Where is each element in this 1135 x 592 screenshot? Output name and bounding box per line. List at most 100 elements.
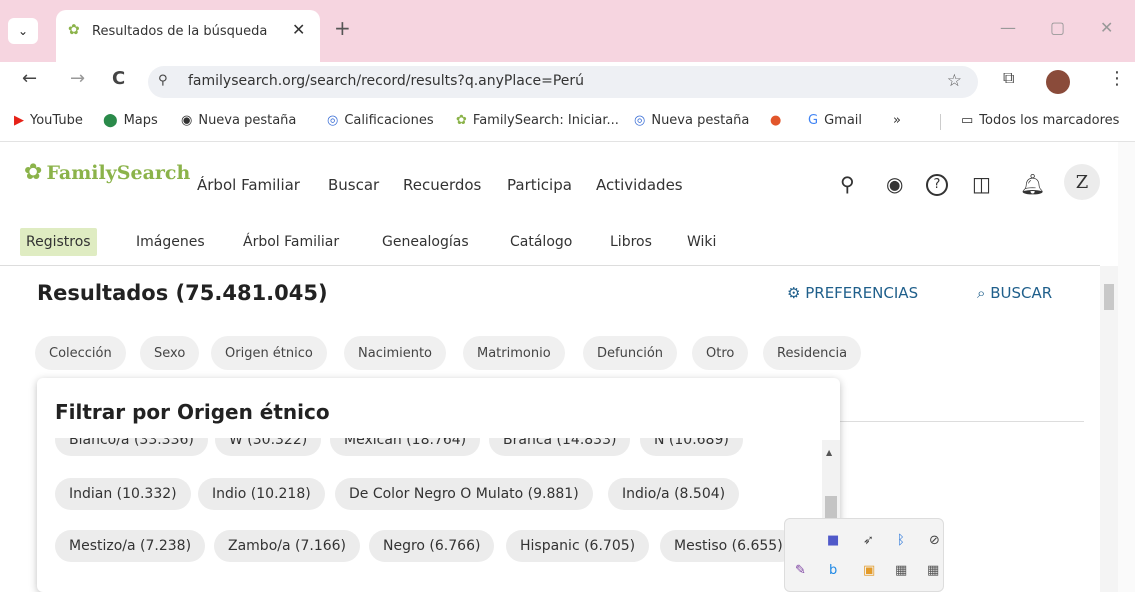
forward-icon[interactable]: → [70,68,85,89]
option-chip[interactable]: Indio (10.218) [198,478,325,510]
filter-chip-matrimonio[interactable]: Matrimonio [463,336,565,370]
nav-actividades[interactable]: Actividades [596,176,683,194]
all-bookmarks-button[interactable]: ▭ Todos los marcadores [961,113,1119,128]
site-info-icon[interactable]: ⚲ [158,73,168,88]
option-chip[interactable]: W (30.322) [215,438,322,456]
option-chip[interactable]: Indio/a (8.504) [608,478,740,510]
bookmark-item[interactable]: ◎ Nueva pestaña [634,113,749,128]
option-chip[interactable]: Mestiso (6.655) [660,530,797,562]
all-bookmarks-label: Todos los marcadores [979,113,1120,128]
tab-wiki[interactable]: Wiki [681,228,722,256]
network-icon[interactable]: ▦ [895,563,907,578]
tab-catalogo[interactable]: Catálogo [504,228,578,256]
bookmark-item[interactable]: ⬤ Maps [103,113,158,128]
scroll-up-icon[interactable]: ▲ [826,448,832,457]
results-scrollbar-thumb[interactable] [1104,284,1114,310]
browser-menu-icon[interactable]: ⋮ [1108,68,1126,89]
option-chip[interactable]: Hispanic (6.705) [506,530,650,562]
url-text[interactable]: familysearch.org/search/record/results?q… [188,73,584,89]
filter-chip-otro[interactable]: Otro [692,336,749,370]
nav-recuerdos[interactable]: Recuerdos [403,176,481,194]
option-chip[interactable]: Branca (14.833) [489,438,631,456]
clipped-option-row: Blanco/a (33.336) W (30.322) Mexican (18… [37,438,840,458]
option-chip[interactable]: Indian (10.332) [55,478,191,510]
bookmark-item[interactable]: ▶ YouTube [14,113,83,128]
results-scrollbar[interactable] [1100,266,1118,592]
nav-buscar[interactable]: Buscar [328,176,379,194]
chat-icon[interactable]: ◫ [972,172,991,196]
filter-chip-defuncion[interactable]: Defunción [583,336,678,370]
search-subnav: Registros Imágenes Árbol Familiar Geneal… [0,214,1100,266]
bookmark-item[interactable]: ● [770,113,781,128]
reload-icon[interactable]: C [112,68,125,89]
location-icon[interactable]: ⚲ [840,172,855,196]
maps-icon: ⬤ [103,113,118,128]
network2-icon[interactable]: ▦ [927,563,939,578]
familysearch-favicon-icon: ✿ [68,22,80,38]
bluetooth-icon[interactable]: ᛒ [897,533,905,548]
minimize-icon[interactable]: — [1000,18,1016,37]
bookmark-label: Maps [123,113,158,128]
arrow-icon[interactable]: ➶ [863,533,874,548]
bing-icon[interactable]: b [829,563,837,578]
search-icon: ⌕ [977,284,986,302]
tab-search-button[interactable]: ⌄ [8,18,38,44]
nav-participa[interactable]: Participa [507,176,572,194]
bookmark-label: YouTube [30,113,83,128]
filter-chip-sexo[interactable]: Sexo [140,336,200,370]
close-tab-icon[interactable]: ✕ [292,20,305,39]
tab-arbol-familiar[interactable]: Árbol Familiar [237,228,345,256]
bookmark-item[interactable]: G Gmail [808,113,862,128]
system-tray-popup: ■ ➶ ᛒ ⊘ ✎ b ▣ ▦ ▦ [784,518,944,592]
tab-registros[interactable]: Registros [20,228,97,256]
bookmark-label: Calificaciones [344,113,434,128]
filter-chip-nacimiento[interactable]: Nacimiento [344,336,447,370]
option-chip[interactable]: Mexican (18.764) [330,438,481,456]
page-scrollbar[interactable] [1118,142,1135,592]
bookmark-item[interactable]: ◉ Nueva pestaña [181,113,296,128]
help-icon[interactable]: ? [926,174,948,196]
bookmark-label: Nueva pestaña [651,113,750,128]
option-chip[interactable]: N (10.689) [640,438,743,456]
bookmarks-separator [940,114,941,130]
filter-chip-origen-etnico[interactable]: Origen étnico [211,336,327,370]
bookmark-item[interactable]: ◎ Calificaciones [327,113,434,128]
nav-arbol-familiar[interactable]: Árbol Familiar [197,176,300,194]
pen-icon[interactable]: ✎ [795,563,806,578]
filter-chip-residencia[interactable]: Residencia [763,336,862,370]
tab-genealogias[interactable]: Genealogías [376,228,475,256]
filter-chip-coleccion[interactable]: Colección [35,336,126,370]
restore-icon[interactable]: ▢ [1050,18,1065,37]
tab-libros[interactable]: Libros [604,228,658,256]
browser-tab-bar: ⌄ ✿ Resultados de la búsqueda - · F ✕ + … [0,0,1135,62]
browser-tab-active[interactable]: ✿ Resultados de la búsqueda - · F ✕ [56,10,320,62]
user-avatar[interactable]: Z [1064,164,1100,200]
option-chip[interactable]: Mestizo/a (7.238) [55,530,206,562]
url-bar[interactable]: ⚲ familysearch.org/search/record/results… [148,66,978,98]
tab-imagenes[interactable]: Imágenes [130,228,211,256]
teams-icon[interactable]: ■ [827,533,839,548]
option-chip[interactable]: De Color Negro O Mulato (9.881) [335,478,593,510]
preferences-button[interactable]: ⚙ PREFERENCIAS [787,284,918,302]
bookmark-star-icon[interactable]: ☆ [947,71,962,91]
google-icon: G [808,113,819,128]
search-label: BUSCAR [990,284,1053,302]
youtube-icon: ▶ [14,113,24,128]
globe-icon[interactable]: ◉ [886,172,903,196]
bookmark-item[interactable]: ✿ FamilySearch: Iniciar... [456,113,619,128]
option-chip[interactable]: Blanco/a (33.336) [55,438,208,456]
bell-icon[interactable]: 🔔︎ [1020,172,1045,196]
extensions-icon[interactable]: ⧉ [1003,68,1014,88]
shield-icon[interactable]: ▣ [863,563,875,578]
back-icon[interactable]: ← [22,68,37,89]
new-tab-button[interactable]: + [334,16,351,40]
close-window-icon[interactable]: ✕ [1100,18,1113,37]
option-chip[interactable]: Zambo/a (7.166) [214,530,361,562]
bookmarks-overflow-icon[interactable]: » [893,113,901,128]
familysearch-icon: ✿ [456,113,467,128]
option-chip[interactable]: Negro (6.766) [369,530,495,562]
eye-off-icon[interactable]: ⊘ [929,533,940,548]
familysearch-logo[interactable]: ✿ FamilySearch [24,160,190,185]
search-button[interactable]: ⌕ BUSCAR [977,284,1052,302]
profile-avatar[interactable] [1046,70,1070,94]
